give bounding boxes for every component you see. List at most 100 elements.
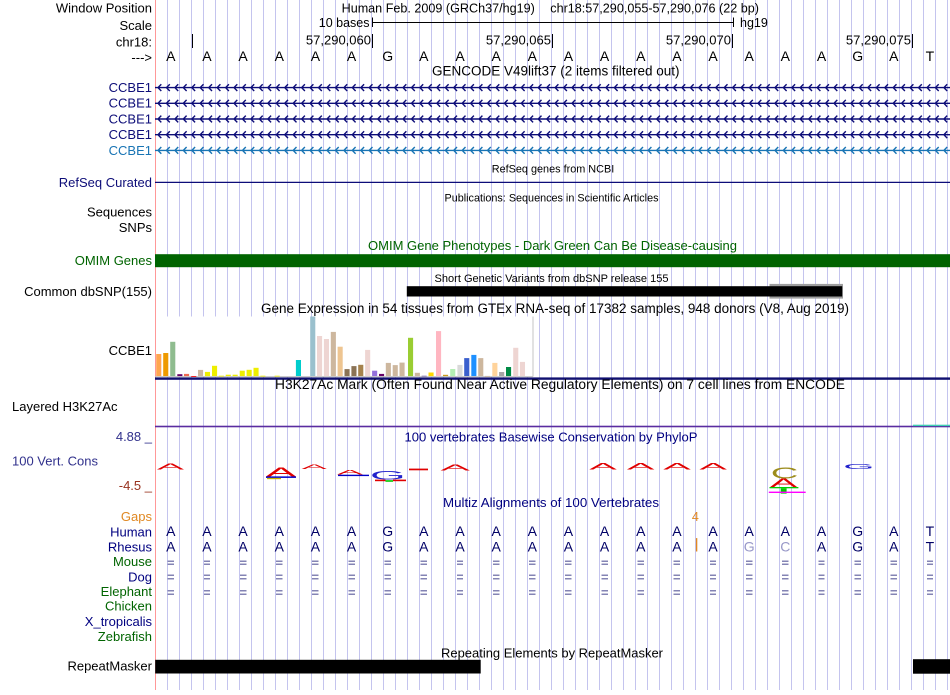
svg-text:A: A: [166, 523, 176, 539]
svg-text:A: A: [600, 48, 610, 64]
svg-text:A: A: [699, 461, 727, 471]
svg-text:C: C: [780, 538, 790, 554]
svg-text:CCBE1: CCBE1: [109, 343, 152, 358]
svg-text:A: A: [708, 538, 718, 554]
svg-text:A: A: [238, 48, 248, 64]
svg-text:A: A: [441, 463, 472, 472]
svg-text:SNPs: SNPs: [119, 220, 153, 235]
svg-text:A: A: [672, 48, 682, 64]
svg-text:100 vertebrates Basewise Conse: 100 vertebrates Basewise Conservation by…: [405, 430, 698, 445]
svg-text:Sequences: Sequences: [87, 204, 153, 219]
svg-text:A: A: [672, 538, 682, 554]
svg-text:57,290,060: 57,290,060: [306, 32, 371, 47]
svg-text:RefSeq Curated: RefSeq Curated: [59, 175, 152, 190]
svg-text:Repeating Elements by RepeatMa: Repeating Elements by RepeatMasker: [441, 646, 664, 661]
svg-text:A: A: [708, 48, 718, 64]
svg-text:A: A: [589, 461, 617, 471]
svg-text:A: A: [745, 48, 755, 64]
svg-text:A: A: [528, 538, 538, 554]
svg-text:A: A: [347, 523, 357, 539]
svg-text:CCBE1: CCBE1: [109, 143, 152, 158]
svg-text:A: A: [636, 538, 646, 554]
svg-text:Publications: Sequences in Sci: Publications: Sequences in Scientific Ar…: [445, 192, 660, 204]
svg-text:A: A: [347, 538, 357, 554]
svg-text:A: A: [889, 538, 899, 554]
svg-text:A: A: [781, 523, 791, 539]
svg-text:A: A: [745, 523, 755, 539]
svg-text:A: A: [663, 461, 691, 471]
svg-text:X_tropicalis: X_tropicalis: [85, 614, 153, 629]
svg-text:A: A: [564, 48, 574, 64]
svg-text:A: A: [491, 48, 501, 64]
svg-text:CCBE1: CCBE1: [109, 80, 152, 95]
svg-text:A: A: [817, 523, 827, 539]
svg-text:A: A: [600, 538, 610, 554]
svg-text:A: A: [708, 523, 718, 539]
svg-text:OMIM Genes: OMIM Genes: [75, 253, 153, 268]
svg-text:A: A: [564, 523, 574, 539]
svg-text:A: A: [302, 463, 328, 471]
svg-text:G: G: [843, 463, 874, 471]
svg-text:A: A: [238, 538, 248, 554]
svg-text:RefSeq genes from NCBI: RefSeq genes from NCBI: [492, 163, 615, 175]
svg-text:A: A: [311, 48, 321, 64]
svg-text:A: A: [275, 48, 285, 64]
svg-text:Scale: Scale: [119, 18, 152, 33]
svg-text:A: A: [311, 538, 321, 554]
svg-text:CCBE1: CCBE1: [109, 127, 152, 142]
svg-text:100 Vert. Cons: 100 Vert. Cons: [12, 453, 98, 468]
svg-text:A: A: [238, 523, 248, 539]
svg-text:Dog: Dog: [128, 569, 152, 584]
svg-text:Gaps: Gaps: [121, 509, 153, 524]
svg-text:A: A: [419, 523, 429, 539]
svg-text:T: T: [926, 523, 935, 539]
svg-text:H3K27Ac Mark (Often Found Near: H3K27Ac Mark (Often Found Near Active Re…: [275, 377, 845, 392]
svg-text:Short Genetic Variants from db: Short Genetic Variants from dbSNP releas…: [435, 273, 669, 285]
svg-text:A: A: [889, 48, 899, 64]
svg-text:A: A: [202, 538, 212, 554]
svg-text:G: G: [382, 538, 393, 554]
svg-text:A: A: [202, 523, 212, 539]
svg-text:G: G: [744, 538, 755, 554]
svg-text:4: 4: [692, 510, 699, 524]
svg-text:A: A: [889, 523, 899, 539]
svg-text:57,290,065: 57,290,065: [486, 32, 551, 47]
svg-text:A: A: [627, 461, 655, 471]
svg-text:Zebrafish: Zebrafish: [98, 629, 152, 644]
svg-text:A: A: [491, 523, 501, 539]
svg-text:T: T: [926, 538, 935, 554]
svg-text:Window Position: Window Position: [56, 0, 152, 15]
svg-text:10 bases: 10 bases: [319, 16, 370, 30]
svg-text:A: A: [636, 48, 646, 64]
svg-text:A: A: [672, 523, 682, 539]
svg-text:chr18:: chr18:: [116, 35, 152, 50]
svg-text:A: A: [528, 48, 538, 64]
svg-text:Rhesus: Rhesus: [108, 539, 153, 554]
svg-text:A: A: [636, 523, 646, 539]
svg-text:Layered H3K27Ac: Layered H3K27Ac: [12, 399, 118, 414]
svg-text:T: T: [926, 48, 935, 64]
svg-text:Human: Human: [110, 524, 152, 539]
svg-text:A: A: [157, 462, 185, 471]
svg-text:GENCODE V49lift37 (2 items fil: GENCODE V49lift37 (2 items filtered out): [432, 63, 680, 78]
svg-text:G: G: [382, 48, 393, 64]
svg-text:A: A: [600, 523, 610, 539]
svg-text:A: A: [817, 48, 827, 64]
svg-text:A: A: [166, 48, 176, 64]
svg-text:G: G: [852, 538, 863, 554]
svg-text:Human Feb. 2009 (GRCh37/hg19): Human Feb. 2009 (GRCh37/hg19): [342, 2, 535, 16]
svg-text:Common dbSNP(155): Common dbSNP(155): [24, 284, 152, 299]
svg-text:4.88 _: 4.88 _: [116, 429, 153, 444]
svg-text:CCBE1: CCBE1: [109, 96, 152, 111]
svg-text:57,290,070: 57,290,070: [666, 32, 731, 47]
svg-text:A: A: [455, 538, 465, 554]
svg-text:A: A: [491, 538, 501, 554]
svg-text:A: A: [455, 523, 465, 539]
svg-text:A: A: [528, 523, 538, 539]
svg-text:A: A: [564, 538, 574, 554]
svg-text:G: G: [852, 523, 863, 539]
svg-text:-4.5 _: -4.5 _: [119, 478, 153, 493]
svg-text:A: A: [275, 523, 285, 539]
svg-text:Multiz Alignments of 100 Verte: Multiz Alignments of 100 Vertebrates: [443, 495, 659, 510]
svg-text:G: G: [382, 523, 393, 539]
